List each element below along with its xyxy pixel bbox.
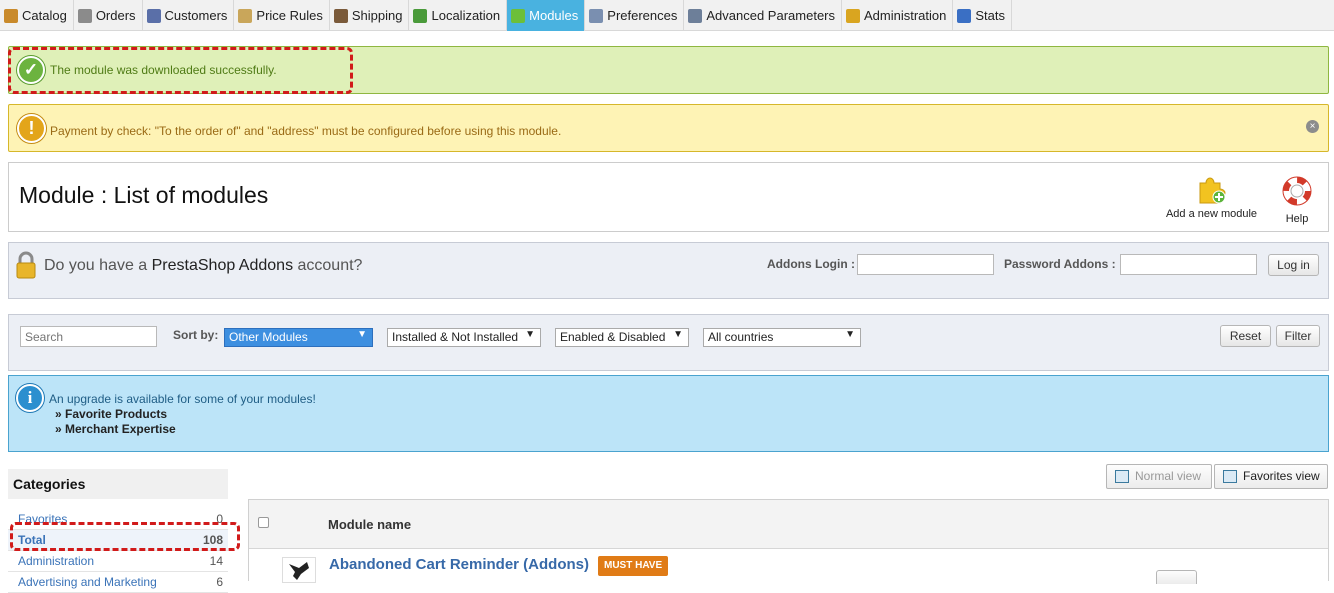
tab-label: Localization: [431, 8, 501, 23]
addons-login-label: Addons Login :: [767, 257, 855, 271]
tab-administration[interactable]: Administration: [842, 0, 954, 31]
tab-label: Orders: [95, 8, 136, 23]
tab-advanced-parameters[interactable]: Advanced Parameters: [684, 0, 842, 31]
addons-password-label: Password Addons :: [1004, 257, 1116, 271]
tab-price-rules[interactable]: Price Rules: [234, 0, 330, 31]
addons-login-bar: Do you have a PrestaShop Addons account?…: [8, 242, 1329, 299]
install-status-select[interactable]: Installed & Not Installed ▼: [387, 328, 541, 347]
page-header: Module : List of modules Add a new modul…: [8, 162, 1329, 232]
tab-stats[interactable]: Stats: [953, 0, 1012, 31]
page-title: Module : List of modules: [19, 182, 269, 208]
normal-view-button[interactable]: Normal view: [1106, 464, 1212, 489]
tab-label: Shipping: [351, 8, 403, 23]
search-input[interactable]: [20, 326, 157, 347]
addons-login-input[interactable]: [857, 254, 994, 275]
warning-message: Payment by check: "To the order of" and …: [50, 124, 562, 138]
dropdown-arrow-icon: ▼: [673, 329, 683, 340]
dropdown-arrow-icon: ▼: [845, 329, 855, 340]
highlight-annotation: [10, 522, 240, 551]
tab-label: Advanced Parameters: [706, 8, 835, 23]
tab-label: Modules: [529, 8, 579, 23]
tab-label: Administration: [864, 8, 947, 23]
module-logo-icon: [282, 557, 316, 583]
upgrade-message: An upgrade is available for some of your…: [49, 392, 316, 406]
filter-bar: Sort by: Other Modules▼ Installed & Not …: [8, 314, 1329, 371]
addons-brand: PrestaShop Addons: [151, 257, 294, 274]
grid-view-icon: [1223, 470, 1237, 483]
tab-customers[interactable]: Customers: [143, 0, 235, 31]
highlight-annotation: [8, 47, 353, 94]
info-icon: i: [16, 384, 44, 412]
tab-preferences[interactable]: Preferences: [585, 0, 685, 31]
puzzle-plus-icon: [1197, 175, 1227, 205]
tab-orders[interactable]: Orders: [74, 0, 143, 31]
cart-icon[interactable]: [1156, 570, 1197, 584]
lifebuoy-icon: [1277, 175, 1317, 210]
upgrade-module-item[interactable]: » Merchant Expertise: [55, 422, 176, 436]
tab-label: Preferences: [607, 8, 678, 23]
add-module-label: Add a new module: [1165, 208, 1258, 220]
tab-label: Price Rules: [256, 8, 323, 23]
module-table: Module name Abandoned Cart Reminder (Add…: [248, 499, 1329, 584]
close-icon[interactable]: ×: [1306, 120, 1319, 133]
upgrade-info-box: i An upgrade is available for some of yo…: [8, 375, 1329, 452]
dropdown-arrow-icon: ▼: [357, 329, 367, 340]
tab-label: Catalog: [22, 8, 67, 23]
lock-icon: [16, 251, 36, 279]
tab-shipping[interactable]: Shipping: [330, 0, 410, 31]
help-label: Help: [1285, 213, 1309, 225]
preferences-icon: [589, 8, 604, 23]
warning-alert: ! Payment by check: "To the order of" an…: [8, 104, 1329, 152]
warning-icon: !: [17, 114, 46, 143]
administration-icon: [846, 8, 860, 23]
category-item-administration[interactable]: Administration 14: [8, 551, 228, 572]
favorites-view-button[interactable]: Favorites view: [1214, 464, 1328, 489]
advanced-parameters-icon: [688, 8, 703, 23]
tab-label: Customers: [164, 8, 228, 23]
modules-icon: [511, 8, 526, 23]
tab-localization[interactable]: Localization: [409, 0, 508, 31]
upgrade-module-item[interactable]: » Favorite Products: [55, 407, 167, 421]
reset-button[interactable]: Reset: [1220, 325, 1271, 347]
shipping-icon: [333, 8, 348, 23]
log-in-button[interactable]: Log in: [1268, 254, 1319, 276]
top-navigation: Catalog Orders Customers Price Rules Shippin…: [0, 0, 1334, 31]
category-item-advertising[interactable]: Advertising and Marketing 6: [8, 572, 228, 593]
must-have-badge: MUST HAVE: [598, 556, 669, 576]
addons-question: Do you have a PrestaShop Addons account?: [44, 257, 363, 274]
catalog-icon: [4, 8, 18, 23]
addons-password-input[interactable]: [1120, 254, 1257, 275]
categories-title: Categories: [8, 469, 228, 499]
localization-icon: [413, 8, 428, 23]
select-all-checkbox[interactable]: [258, 517, 269, 528]
list-view-icon: [1115, 470, 1129, 483]
tab-label: Stats: [975, 8, 1005, 23]
module-name-header: Module name: [328, 517, 412, 532]
enabled-status-select[interactable]: Enabled & Disabled ▼: [555, 328, 689, 347]
filter-button[interactable]: Filter: [1276, 325, 1320, 347]
module-name-link[interactable]: Abandoned Cart Reminder (Addons): [329, 556, 589, 573]
customers-icon: [146, 8, 161, 23]
orders-icon: [77, 8, 92, 23]
price-rules-icon: [238, 8, 253, 23]
stats-icon: [957, 8, 972, 23]
sort-select[interactable]: Other Modules ▼: [224, 328, 373, 347]
sort-by-label: Sort by:: [173, 328, 219, 342]
tab-modules[interactable]: Modules: [507, 0, 586, 31]
help-button[interactable]: Help: [1277, 175, 1317, 225]
add-module-button[interactable]: Add a new module: [1159, 175, 1264, 220]
country-select[interactable]: All countries ▼: [703, 328, 861, 347]
dropdown-arrow-icon: ▼: [525, 329, 535, 340]
tab-catalog[interactable]: Catalog: [0, 0, 74, 31]
